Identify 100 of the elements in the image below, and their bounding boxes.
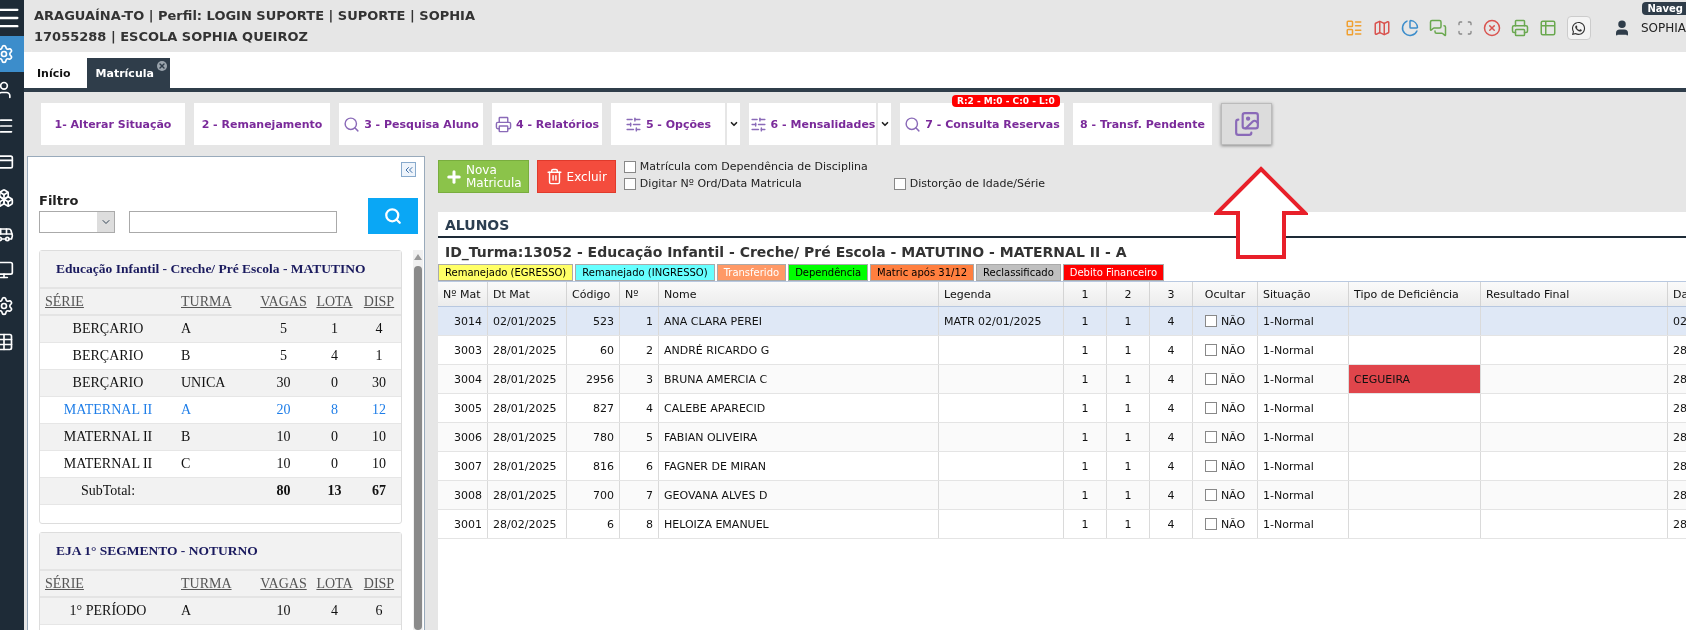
name-cell: HELOIZA EMANUEL [659, 510, 939, 538]
number-cell: 5 [620, 423, 659, 451]
toolbar-button[interactable]: 3 - Pesquisa Aluno [339, 103, 483, 145]
table-cell-text: 10 [275, 456, 292, 472]
header-text: ARAGUAÍNA-TO | Perfil: LOGIN SUPORTE | SUPORTE | SOPHIA [34, 7, 476, 25]
subtotal-label: SubTotal: [79, 483, 137, 499]
student-row[interactable]: 3003 28/01/2025 60 2 ANDRÉ RICARDO G 1 1 4 NÃO 1-Normal 28 [438, 336, 1686, 365]
column-header[interactable]: VAGAS [255, 575, 312, 592]
toolbar-button[interactable]: 4 - Relatórios [492, 103, 602, 145]
column-header[interactable]: Nome [659, 282, 939, 306]
table-cell-text: 0 [330, 429, 339, 445]
table-cell-text: 4 [330, 348, 339, 364]
toolbar-button[interactable]: 5 - Opções [611, 103, 725, 145]
number-cell: 8 [620, 510, 659, 538]
column-header[interactable]: Dt Mat [488, 282, 567, 306]
column-header[interactable]: TURMA [176, 293, 255, 310]
table-cell-text: 1° PERÍODO [68, 603, 148, 619]
student-row[interactable]: 3001 28/02/2025 6 8 HELOIZA EMANUEL 1 1 4 NÃO 1-Normal 28 [438, 510, 1686, 539]
student-row[interactable]: 3008 28/01/2025 700 7 GEOVANA ALVES D 1 1 4 NÃO 1-Normal 28 [438, 481, 1686, 510]
column-header[interactable]: SÉRIE [40, 293, 176, 310]
grade-cell: 1 [1064, 394, 1107, 422]
column-header[interactable]: DISP [357, 575, 401, 592]
date-cell: 28 [1668, 423, 1686, 451]
column-header[interactable]: Nº [620, 282, 659, 306]
table-cell-text: UNICA [180, 375, 227, 391]
hide-label: NÃO [1220, 488, 1246, 502]
table-cell-text: 5 [279, 321, 288, 337]
column-header[interactable]: Situação [1258, 282, 1349, 306]
grade-cell: 1 [1064, 510, 1107, 538]
student-row[interactable]: 3014 02/01/2025 523 1 ANA CLARA PEREI MATR 02/01/2025 1 1 4 NÃO 1-Normal 02 [438, 307, 1686, 336]
table-cell-text: 0 [330, 456, 339, 472]
mat-number-cell: 3005 [438, 394, 488, 422]
column-header[interactable]: Resultado Final [1481, 282, 1668, 306]
mat-number-cell: 3001 [438, 510, 488, 538]
table-cell-text: BERÇARIO [71, 348, 145, 364]
status-cell: 1-Normal [1258, 336, 1349, 364]
table-cell-text: B [180, 348, 192, 364]
column-header[interactable]: 2 [1107, 282, 1150, 306]
status-cell: 1-Normal [1258, 452, 1349, 480]
hide-label: NÃO [1220, 401, 1246, 415]
table-cell-text: 0 [330, 375, 339, 391]
column-header[interactable]: LOTA [312, 293, 357, 310]
column-header[interactable]: 1 [1064, 282, 1107, 306]
tab[interactable]: Início [28, 58, 87, 88]
column-header[interactable]: SÉRIE [40, 575, 176, 592]
class-row[interactable]: BERÇARIO UNICA 30 0 30 [40, 370, 401, 397]
date-cell: 28/01/2025 [488, 423, 567, 451]
legend-tag: Matric após 31/12 [870, 264, 975, 281]
column-header[interactable]: Tipo de Deficiência [1349, 282, 1481, 306]
table-cell-text: BERÇARIO [71, 321, 145, 337]
toolbar-button[interactable]: 2 - Remanejamento [194, 103, 330, 145]
column-header[interactable]: Nº Mat [438, 282, 488, 306]
table-cell-text: 30 [371, 375, 387, 391]
column-header[interactable]: LOTA [312, 575, 357, 592]
student-row[interactable]: 3004 28/01/2025 2956 3 BRUNA AMERCIA C 1 1 4 NÃO 1-Normal CEGUEIRA 28 [438, 365, 1686, 394]
name-cell: ANDRÉ RICARDO G [659, 336, 939, 364]
column-header[interactable]: 3 [1150, 282, 1193, 306]
student-row[interactable]: 3005 28/01/2025 827 4 CALEBE APARECID 1 1 4 NÃO 1-Normal 28 [438, 394, 1686, 423]
column-header[interactable]: Legenda [939, 282, 1064, 306]
student-row[interactable]: 3007 28/01/2025 816 6 FAGNER DE MIRAN 1 1 4 NÃO 1-Normal 28 [438, 452, 1686, 481]
column-header[interactable]: Código [567, 282, 620, 306]
nav-badge: Naveg [1642, 2, 1686, 15]
legend-tag: Remanejado (INGRESSO) [575, 264, 715, 281]
user-name[interactable]: SOPHIA [1640, 21, 1686, 35]
table-cell-text: 4 [330, 603, 339, 619]
mat-number-cell: 3007 [438, 452, 488, 480]
checkbox-label: Distorção de Idade/Série [909, 177, 1046, 190]
tab[interactable]: Matrícula [86, 58, 170, 88]
table-cell-text: 1 [330, 321, 339, 337]
class-row[interactable]: MATERNAL II B 10 0 10 [40, 424, 401, 451]
table-cell-text: MATERNAL II [62, 456, 154, 472]
date-cell: 28 [1668, 452, 1686, 480]
table-cell-text: 4 [374, 321, 384, 337]
table-cell-text: BERÇARIO [71, 375, 145, 391]
grade-cell: 1 [1064, 365, 1107, 393]
column-header[interactable]: Ocultar [1193, 282, 1258, 306]
toolbar-button[interactable]: 1- Alterar Situação [41, 103, 185, 145]
date-cell: 28/02/2025 [488, 510, 567, 538]
card-title: EJA 1° SEGMENTO - NOTURNO [40, 533, 401, 571]
toolbar-button[interactable]: 7 - Consulta Reservas [900, 103, 1064, 145]
table-cell-text: 1 [374, 348, 384, 364]
column-header[interactable]: VAGAS [255, 293, 312, 310]
subtotal-value: 67 [371, 483, 387, 499]
hide-label: NÃO [1220, 459, 1246, 473]
class-row[interactable]: 1° PERÍODO A 10 4 6 [40, 598, 401, 625]
grade-cell: 1 [1107, 336, 1150, 364]
column-header[interactable]: TURMA [176, 575, 255, 592]
student-row[interactable]: 3006 28/01/2025 780 5 FABIAN OLIVEIRA 1 1 4 NÃO 1-Normal 28 [438, 423, 1686, 452]
toolbar-button[interactable]: 6 - Mensalidades [749, 103, 876, 145]
grade-cell: 4 [1150, 336, 1193, 364]
grade-cell: 4 [1150, 510, 1193, 538]
checkbox-label: Matrícula com Dependência de Disciplina [639, 160, 868, 173]
toolbar-button[interactable]: 8 - Transf. Pendente [1073, 103, 1212, 145]
column-header[interactable]: DISP [357, 293, 401, 310]
class-row[interactable]: BERÇARIO A 5 1 4 [40, 316, 401, 343]
table-cell-text: 20 [275, 402, 292, 418]
status-cell: 1-Normal [1258, 510, 1349, 538]
code-cell: 6 [567, 510, 620, 538]
legend-tag: Reclassificado [976, 264, 1061, 281]
delete-button[interactable]: Excluir [536, 160, 616, 193]
